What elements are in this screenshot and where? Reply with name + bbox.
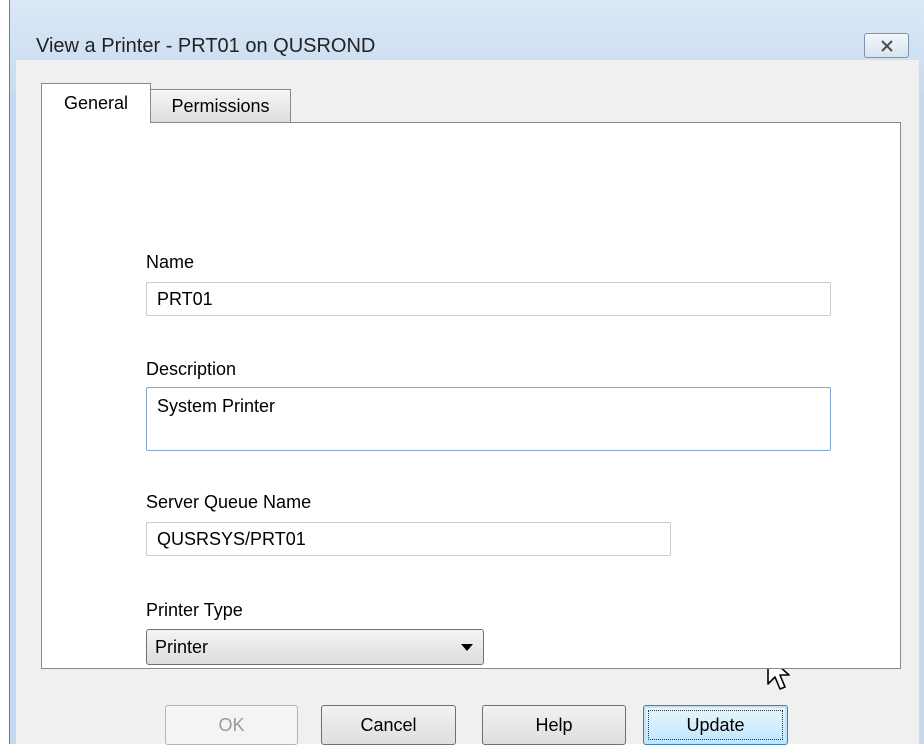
tab-permissions[interactable]: Permissions	[150, 89, 291, 123]
dialog-body: General Permissions Name PRT01 Descripti…	[16, 60, 919, 745]
ok-button[interactable]: OK	[165, 705, 298, 745]
name-label: Name	[146, 252, 195, 272]
update-button[interactable]: Update	[643, 705, 788, 745]
help-button[interactable]: Help	[482, 705, 626, 745]
printer-type-value: Printer	[155, 636, 209, 657]
chevron-down-icon	[461, 644, 473, 651]
dialog-window: View a Printer - PRT01 on QUSROND Genera…	[9, 0, 924, 745]
cancel-button[interactable]: Cancel	[321, 705, 456, 745]
printer-type-select[interactable]: Printer	[146, 629, 484, 665]
window-title: View a Printer - PRT01 on QUSROND	[36, 35, 376, 57]
tab-general[interactable]: General	[41, 83, 151, 123]
close-button[interactable]	[864, 33, 909, 58]
close-icon	[880, 39, 893, 52]
server-queue-label: Server Queue Name	[146, 492, 312, 512]
general-panel: Name PRT01 Description System Printer Se…	[41, 122, 901, 669]
description-label: Description	[146, 359, 237, 379]
name-field[interactable]: PRT01	[146, 282, 831, 316]
description-field[interactable]: System Printer	[146, 387, 831, 451]
printer-type-label: Printer Type	[146, 600, 243, 620]
focus-ring	[648, 710, 783, 740]
server-queue-field[interactable]: QUSRSYS/PRT01	[146, 522, 671, 556]
